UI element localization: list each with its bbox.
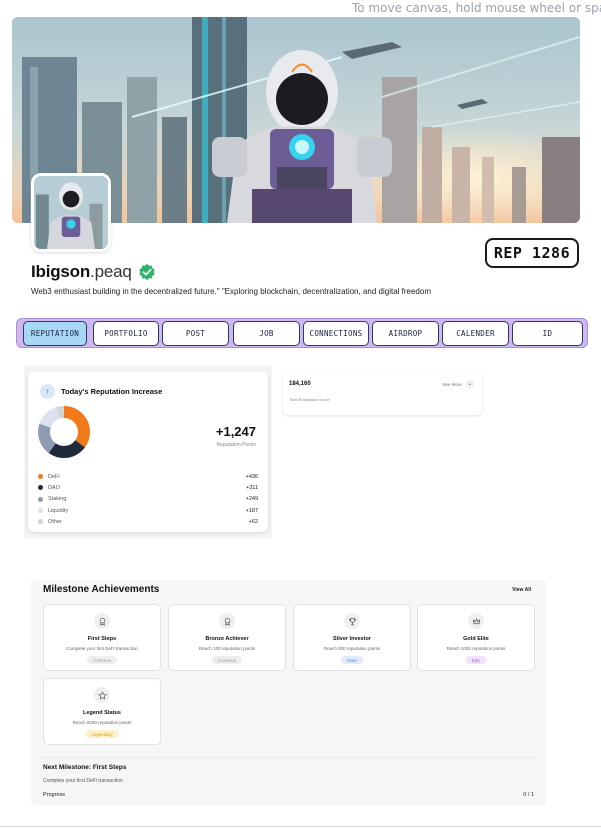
profile-name: Ibigson.peaq [31, 262, 132, 282]
reputation-card-title: Today's Reputation Increase [61, 387, 163, 396]
crown-icon [468, 613, 484, 629]
view-all-link[interactable]: View All [512, 587, 531, 593]
milestone-rarity-badge: Legendary [85, 730, 119, 738]
next-milestone-desc: Complete your first DeFi transaction [43, 778, 123, 784]
legend-value: +187 [245, 507, 258, 514]
canvas-hint: To move canvas, hold mouse wheel or spac… [352, 1, 601, 15]
total-score-label: Total Reputation Score [289, 397, 330, 402]
legend-value: +436 [245, 473, 258, 480]
legend-label: Staking [48, 496, 67, 503]
legend-label: DeFi [48, 473, 60, 480]
legend-row-other: Other +62 [38, 516, 258, 527]
chevron-down-icon: ⌄ [466, 380, 474, 388]
milestone-card-legend-status[interactable]: Legend Status Reach 5000 reputation poin… [43, 678, 161, 745]
reputation-total-label: Reputation Points [216, 442, 256, 448]
tab-post[interactable]: POST [162, 321, 229, 346]
milestone-desc: Reach 1000 reputation points [446, 646, 506, 651]
milestone-name: Bronze Achiever [205, 636, 249, 642]
divider [41, 757, 536, 758]
legend-value: +62 [248, 518, 258, 525]
legend-value: +249 [245, 496, 258, 503]
profile-name-row: Ibigson.peaq [31, 262, 156, 282]
legend-row-staking: Staking +249 [38, 494, 258, 505]
milestone-desc: Reach 5000 reputation points [72, 720, 132, 725]
trophy-icon [344, 613, 360, 629]
tab-job[interactable]: JOB [233, 321, 300, 346]
tab-portfolio[interactable]: PORTFOLIO [93, 321, 159, 346]
reputation-increase-card: ↑ Today's Reputation Increase +1,247 Rep… [28, 372, 268, 532]
reputation-legend: DeFi +436 DAO +311 Staking +249 Liquidity +1… [38, 471, 258, 527]
reputation-total: +1,247 [215, 424, 256, 439]
legend-row-liquidity: Liquidity +187 [38, 505, 258, 516]
legend-label: Liquidity [48, 507, 69, 514]
tab-reputation[interactable]: REPUTATION [23, 321, 87, 346]
milestone-card-gold-elite[interactable]: Gold Elite Reach 1000 reputation points … [417, 604, 535, 671]
legend-value: +311 [246, 484, 258, 491]
milestone-card-bronze-achiever[interactable]: Bronze Achiever Reach 100 reputation poi… [168, 604, 286, 671]
legend-label: DAO [48, 484, 60, 491]
milestone-desc: Reach 100 reputation points [198, 646, 256, 651]
username-domain: .peaq [90, 262, 132, 281]
legend-dot [38, 485, 43, 491]
legend-dot [38, 508, 43, 514]
tab-airdrop[interactable]: AIRDROP [372, 321, 439, 346]
milestone-desc: Complete your first DeFi transaction [66, 646, 138, 651]
reputation-badge: REP 1286 [485, 238, 579, 268]
milestone-rarity-badge: Epic [465, 656, 487, 664]
avatar-image [34, 176, 108, 249]
milestone-panel: Milestone Achievements View All First St… [31, 580, 546, 805]
next-milestone-title: Next Milestone: First Steps [43, 764, 127, 771]
profile-avatar[interactable] [31, 173, 111, 252]
legend-label: Other [48, 518, 62, 525]
legend-row-dao: DAO +311 [38, 482, 258, 493]
star-icon [94, 687, 110, 703]
username: Ibigson [31, 262, 91, 281]
milestone-name: Legend Status [83, 710, 121, 716]
reputation-section: ↑ Today's Reputation Increase +1,247 Rep… [24, 366, 272, 538]
milestone-title: Milestone Achievements [43, 584, 160, 595]
divider [0, 826, 601, 827]
legend-dot [38, 474, 43, 480]
milestone-rarity-badge: Common [211, 656, 243, 664]
legend-dot [38, 519, 43, 525]
see-more-label: See More [442, 381, 462, 387]
progress-value: 0 / 1 [523, 792, 534, 798]
profile-tab-bar: REPUTATION PORTFOLIO POST JOB CONNECTION… [16, 318, 588, 348]
total-score-card: 184,160 Total Reputation Score See More … [283, 372, 482, 415]
milestone-name: Silver Investor [333, 636, 371, 642]
milestone-name: First Steps [87, 636, 117, 642]
tab-calender[interactable]: CALENDER [442, 321, 509, 346]
tab-connections[interactable]: CONNECTIONS [303, 321, 369, 346]
reputation-donut-chart [38, 406, 90, 458]
verified-check-icon [138, 263, 155, 281]
see-more-button[interactable]: See More ⌄ [442, 380, 474, 388]
milestone-desc: Reach 500 reputation points [323, 646, 381, 651]
milestone-rarity-badge: Common [86, 656, 118, 664]
milestone-name: Gold Elite [463, 636, 489, 642]
medal-icon [219, 613, 235, 629]
arrow-up-icon: ↑ [40, 384, 55, 399]
medal-icon [94, 613, 110, 629]
milestone-card-first-steps[interactable]: First Steps Complete your first DeFi tra… [43, 604, 161, 671]
milestone-rarity-badge: Rare [341, 656, 363, 664]
tab-id[interactable]: ID [512, 321, 583, 346]
milestone-card-silver-investor[interactable]: Silver Investor Reach 500 reputation poi… [293, 604, 411, 671]
progress-label: Progress [43, 792, 66, 798]
legend-dot [38, 496, 43, 502]
total-score-value: 184,160 [289, 381, 311, 387]
profile-bio: Web3 enthusiast building in the decentra… [31, 287, 431, 296]
legend-row-defi: DeFi +436 [38, 471, 258, 482]
